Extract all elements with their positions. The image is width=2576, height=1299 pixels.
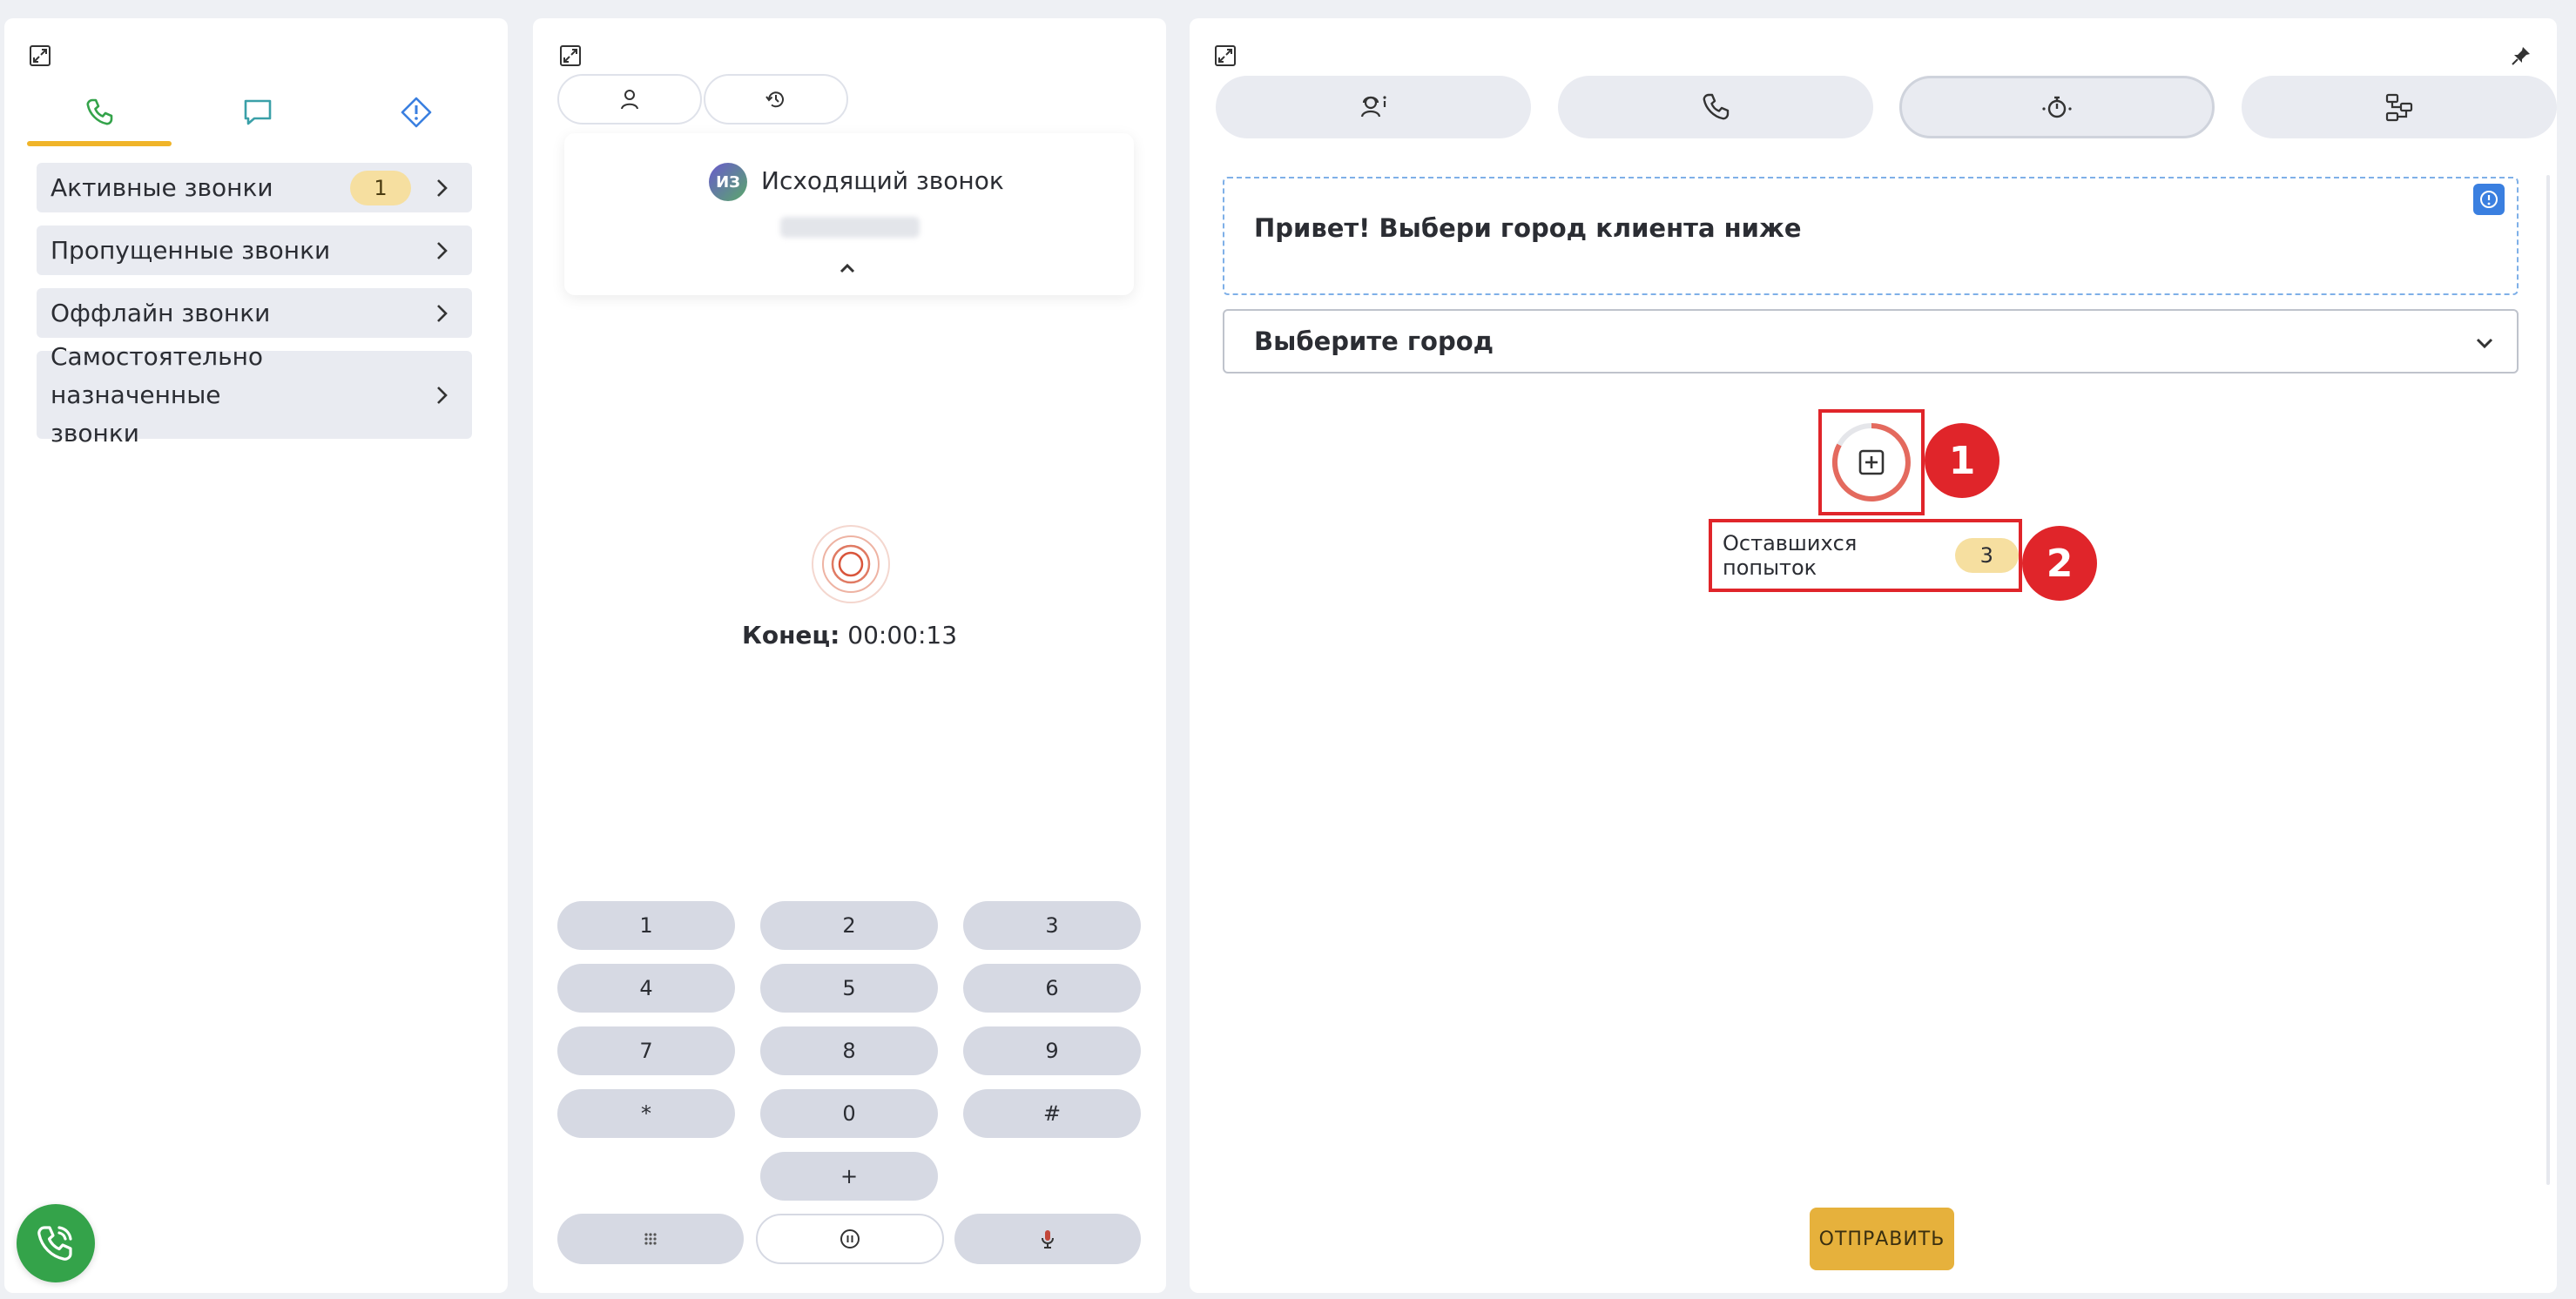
key-5[interactable]: 5 — [760, 964, 938, 1013]
info-icon — [2480, 191, 2498, 208]
tab-alerts[interactable] — [344, 81, 489, 146]
expand-icon[interactable] — [29, 44, 51, 67]
add-attempt-button[interactable] — [1831, 421, 1912, 503]
mute-button[interactable] — [954, 1214, 1141, 1264]
tab-operator-info[interactable] — [1216, 76, 1531, 138]
chevron-down-icon — [2476, 338, 2493, 349]
chevron-up-icon[interactable] — [834, 255, 860, 281]
scrollbar[interactable] — [2546, 175, 2550, 1185]
person-icon — [621, 90, 638, 110]
pin-icon[interactable] — [2510, 44, 2532, 67]
annotation-box-1 — [1818, 409, 1925, 515]
key-2[interactable]: 2 — [760, 901, 938, 950]
key-8[interactable]: 8 — [760, 1026, 938, 1075]
keypad-icon — [644, 1233, 657, 1245]
chat-icon — [244, 99, 272, 125]
annotation-marker-2: 2 — [2022, 526, 2097, 601]
expand-icon[interactable] — [559, 44, 582, 67]
phone-number-blurred — [780, 217, 920, 238]
tab-calls[interactable] — [27, 81, 172, 146]
key-4[interactable]: 4 — [557, 964, 735, 1013]
dialpad-toggle-button[interactable] — [557, 1214, 744, 1264]
tab-timer[interactable] — [1899, 76, 2215, 138]
key-hash[interactable]: # — [963, 1089, 1141, 1138]
phone-icon — [86, 98, 113, 125]
call-panel: ИЗ Исходящий звонок Конец: 00:00:13 1 2 … — [533, 18, 1166, 1293]
history-icon — [765, 91, 784, 108]
tab-history[interactable] — [704, 74, 848, 125]
tab-chats[interactable] — [185, 81, 330, 146]
item-label: Самостоятельно назначенные звонки — [51, 341, 264, 448]
call-category-list: Активные звонки 1 Пропущенные звонки Офф… — [37, 163, 472, 452]
alert-diamond-icon — [401, 97, 432, 128]
softphone-button[interactable] — [17, 1204, 95, 1282]
tab-call[interactable] — [1558, 76, 1873, 138]
item-label: Оффлайн звонки — [51, 299, 271, 327]
key-0[interactable]: 0 — [760, 1089, 938, 1138]
key-6[interactable]: 6 — [963, 964, 1141, 1013]
key-star[interactable]: * — [557, 1089, 735, 1138]
offline-calls-item[interactable]: Оффлайн звонки — [37, 288, 472, 338]
key-1[interactable]: 1 — [557, 901, 735, 950]
left-tabs — [27, 81, 489, 146]
script-panel: Привет! Выбери город клиента ниже Выбери… — [1190, 18, 2557, 1293]
phone-ringing-icon — [37, 1226, 72, 1261]
submit-button[interactable]: ОТПРАВИТЬ — [1810, 1208, 1954, 1270]
attempts-count-badge: 3 — [1954, 538, 2019, 573]
microphone-icon — [1042, 1230, 1054, 1249]
call-title: Исходящий звонок — [761, 166, 1004, 195]
chevron-right-icon — [437, 386, 448, 404]
expand-icon[interactable] — [1214, 44, 1237, 67]
timer-icon — [2042, 96, 2072, 118]
operator-info-icon — [1360, 96, 1386, 118]
pause-icon — [840, 1229, 860, 1249]
tab-flow[interactable] — [2242, 76, 2557, 138]
missed-calls-item[interactable]: Пропущенные звонки — [37, 225, 472, 275]
attempts-label: Оставшихся попыток — [1723, 531, 1858, 580]
script-message-block: Привет! Выбери город клиента ниже — [1223, 177, 2519, 295]
script-text: Привет! Выбери город клиента ниже — [1254, 213, 1802, 243]
info-button[interactable] — [2473, 184, 2505, 215]
key-7[interactable]: 7 — [557, 1026, 735, 1075]
annotation-box-2: Оставшихся попыток 3 — [1709, 519, 2022, 592]
queues-panel: Активные звонки 1 Пропущенные звонки Офф… — [4, 18, 508, 1293]
key-3[interactable]: 3 — [963, 901, 1141, 950]
tab-contact[interactable] — [557, 74, 702, 125]
item-label: Активные звонки — [51, 173, 273, 202]
call-status-ring-icon — [812, 525, 890, 603]
phone-icon — [1703, 93, 1730, 120]
annotation-marker-1: 1 — [1925, 423, 1999, 498]
key-plus[interactable]: + — [760, 1152, 938, 1201]
call-end-timer: Конец: 00:00:13 — [741, 621, 958, 650]
chevron-right-icon — [437, 178, 448, 197]
city-select[interactable]: Выберите город — [1223, 309, 2519, 374]
item-label: Пропущенные звонки — [51, 236, 331, 265]
current-call-card: ИЗ Исходящий звонок — [564, 133, 1134, 295]
hold-button[interactable] — [756, 1214, 944, 1264]
flow-icon — [2385, 93, 2413, 122]
chevron-right-icon — [437, 241, 448, 259]
self-assigned-calls-item[interactable]: Самостоятельно назначенные звонки — [37, 342, 472, 448]
count-badge: 1 — [350, 170, 411, 205]
chevron-right-icon — [437, 304, 448, 322]
avatar: ИЗ — [709, 163, 747, 201]
active-calls-item[interactable]: Активные звонки 1 — [37, 163, 472, 212]
key-9[interactable]: 9 — [963, 1026, 1141, 1075]
city-select-placeholder: Выберите город — [1254, 326, 1494, 356]
